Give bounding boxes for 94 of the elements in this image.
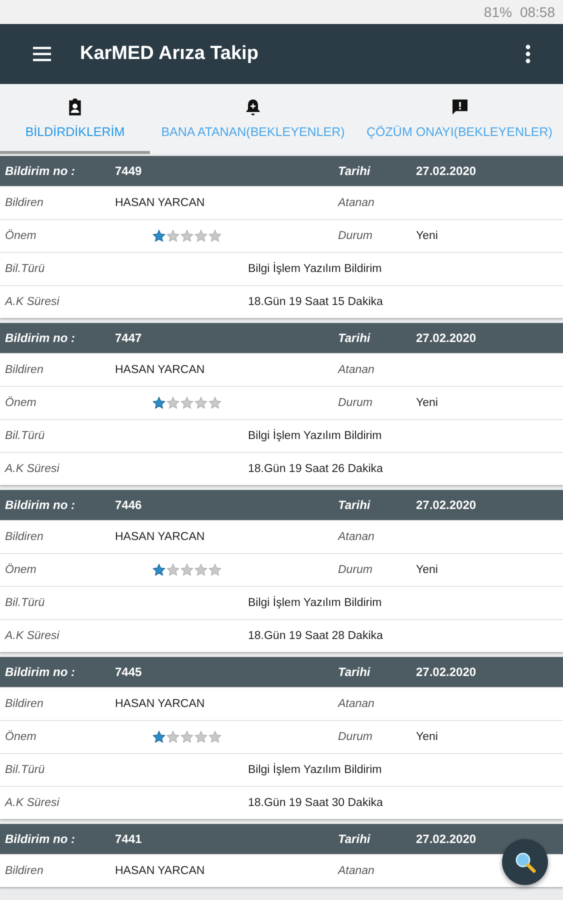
field-value: Bilgi İşlem Yazılım Bildirim	[248, 430, 383, 442]
field-value: Bilgi İşlem Yazılım Bildirim	[248, 597, 383, 609]
report-date: 27.02.2020	[416, 164, 478, 178]
field-value: Yeni	[416, 397, 439, 409]
field-value: HASAN YARCAN	[115, 197, 206, 209]
field-value: Yeni	[416, 230, 439, 242]
field-label: Önem	[5, 230, 38, 242]
report-number: 7449	[115, 164, 143, 178]
field-value: Bilgi İşlem Yazılım Bildirim	[248, 263, 383, 275]
field-label: Bildiren	[5, 865, 44, 877]
field-value: Yeni	[416, 564, 439, 576]
star-icon	[166, 563, 180, 577]
field-label: Atanan	[338, 364, 376, 376]
star-icon	[208, 563, 222, 577]
star-icon	[152, 229, 166, 243]
report-date: 27.02.2020	[416, 331, 478, 345]
report-card[interactable]: Bildirim no : 7445 Tarihi 27.02.2020 Bildiren HASAN YARCAN Atanan Önem Durum Yeni Bil.Türü Bilgi İşlem Yazılım Bildirim A.K Süresi 18.Gün 19 Saat 30 Dakika	[0, 657, 563, 819]
field-label: Bil.Türü	[5, 263, 46, 275]
search-icon	[513, 850, 537, 874]
field-label: A.K Süresi	[5, 463, 60, 475]
field-label: Bil.Türü	[5, 597, 46, 609]
field-label: Durum	[338, 564, 374, 576]
field-value: 18.Gün 19 Saat 26 Dakika	[248, 463, 384, 475]
report-number: 7441	[115, 832, 143, 846]
header-label: Bildirim no :	[5, 665, 76, 679]
field-label: A.K Süresi	[5, 630, 60, 642]
report-date: 27.02.2020	[416, 665, 478, 679]
field-label: Bildiren	[5, 698, 44, 710]
header-label: Tarihi	[338, 498, 372, 512]
field-value: HASAN YARCAN	[115, 698, 206, 710]
field-label: Atanan	[338, 531, 376, 543]
header-label: Bildirim no :	[5, 832, 76, 846]
star-icon	[180, 229, 194, 243]
header-label: Tarihi	[338, 331, 372, 345]
field-value: Bilgi İşlem Yazılım Bildirim	[248, 764, 383, 776]
star-icon	[180, 396, 194, 410]
header-label: Bildirim no :	[5, 498, 76, 512]
field-label: A.K Süresi	[5, 797, 60, 809]
field-label: Önem	[5, 564, 38, 576]
star-icon	[194, 563, 208, 577]
field-label: Atanan	[338, 197, 376, 209]
star-icon	[152, 396, 166, 410]
report-date: 27.02.2020	[416, 832, 478, 846]
report-card[interactable]: Bildirim no : 7441 Tarihi 27.02.2020 Bildiren HASAN YARCAN Atanan	[0, 824, 563, 887]
field-label: Bil.Türü	[5, 764, 46, 776]
report-number: 7445	[115, 665, 143, 679]
star-icon	[180, 563, 194, 577]
field-value: HASAN YARCAN	[115, 531, 206, 543]
field-label: Atanan	[338, 698, 376, 710]
field-label: Atanan	[338, 865, 376, 877]
field-label: Durum	[338, 397, 374, 409]
field-label: Bildiren	[5, 531, 44, 543]
field-label: A.K Süresi	[5, 296, 60, 308]
star-icon	[208, 229, 222, 243]
star-icon	[194, 229, 208, 243]
field-value: HASAN YARCAN	[115, 364, 206, 376]
field-label: Önem	[5, 731, 38, 743]
star-icon	[166, 229, 180, 243]
more-options-icon[interactable]	[525, 44, 531, 64]
app-title: KarMED Arıza Takip	[80, 43, 260, 65]
header-label: Bildirim no :	[5, 164, 76, 178]
star-icon	[152, 730, 166, 744]
field-label: Bildiren	[5, 197, 44, 209]
report-card[interactable]: Bildirim no : 7447 Tarihi 27.02.2020 Bildiren HASAN YARCAN Atanan Önem Durum Yeni Bil.Türü Bilgi İşlem Yazılım Bildirim A.K Süresi 18.Gün 19 Saat 26 Dakika	[0, 323, 563, 485]
alert-message-icon	[450, 96, 470, 116]
star-icon	[166, 730, 180, 744]
star-icon	[166, 396, 180, 410]
field-label: Bil.Türü	[5, 430, 46, 442]
battery-level: 81%	[484, 4, 512, 20]
star-icon	[152, 563, 166, 577]
star-icon	[208, 730, 222, 744]
field-label: Durum	[338, 230, 374, 242]
field-value: 18.Gün 19 Saat 28 Dakika	[248, 630, 384, 642]
star-icon	[180, 730, 194, 744]
star-icon	[208, 396, 222, 410]
report-date: 27.02.2020	[416, 498, 478, 512]
header-label: Tarihi	[338, 832, 372, 846]
star-icon	[194, 730, 208, 744]
report-card[interactable]: Bildirim no : 7446 Tarihi 27.02.2020 Bildiren HASAN YARCAN Atanan Önem Durum Yeni Bil.Türü Bilgi İşlem Yazılım Bildirim A.K Süresi 18.Gün 19 Saat 28 Dakika	[0, 490, 563, 652]
report-card[interactable]: Bildirim no : 7449 Tarihi 27.02.2020 Bildiren HASAN YARCAN Atanan Önem Durum Yeni Bil.Türü Bilgi İşlem Yazılım Bildirim A.K Süresi 18.Gün 19 Saat 15 Dakika	[0, 156, 563, 318]
field-value: HASAN YARCAN	[115, 865, 206, 877]
field-value: 18.Gün 19 Saat 15 Dakika	[248, 296, 384, 308]
header-label: Tarihi	[338, 665, 372, 679]
field-value: 18.Gün 19 Saat 30 Dakika	[248, 797, 384, 809]
star-icon	[194, 396, 208, 410]
clock-time: 08:58	[520, 4, 555, 20]
report-number: 7446	[115, 498, 143, 512]
header-label: Bildirim no :	[5, 331, 76, 345]
field-label: Bildiren	[5, 364, 44, 376]
header-label: Tarihi	[338, 164, 372, 178]
field-label: Önem	[5, 397, 38, 409]
field-label: Durum	[338, 731, 374, 743]
report-number: 7447	[115, 331, 143, 345]
field-value: Yeni	[416, 731, 439, 743]
